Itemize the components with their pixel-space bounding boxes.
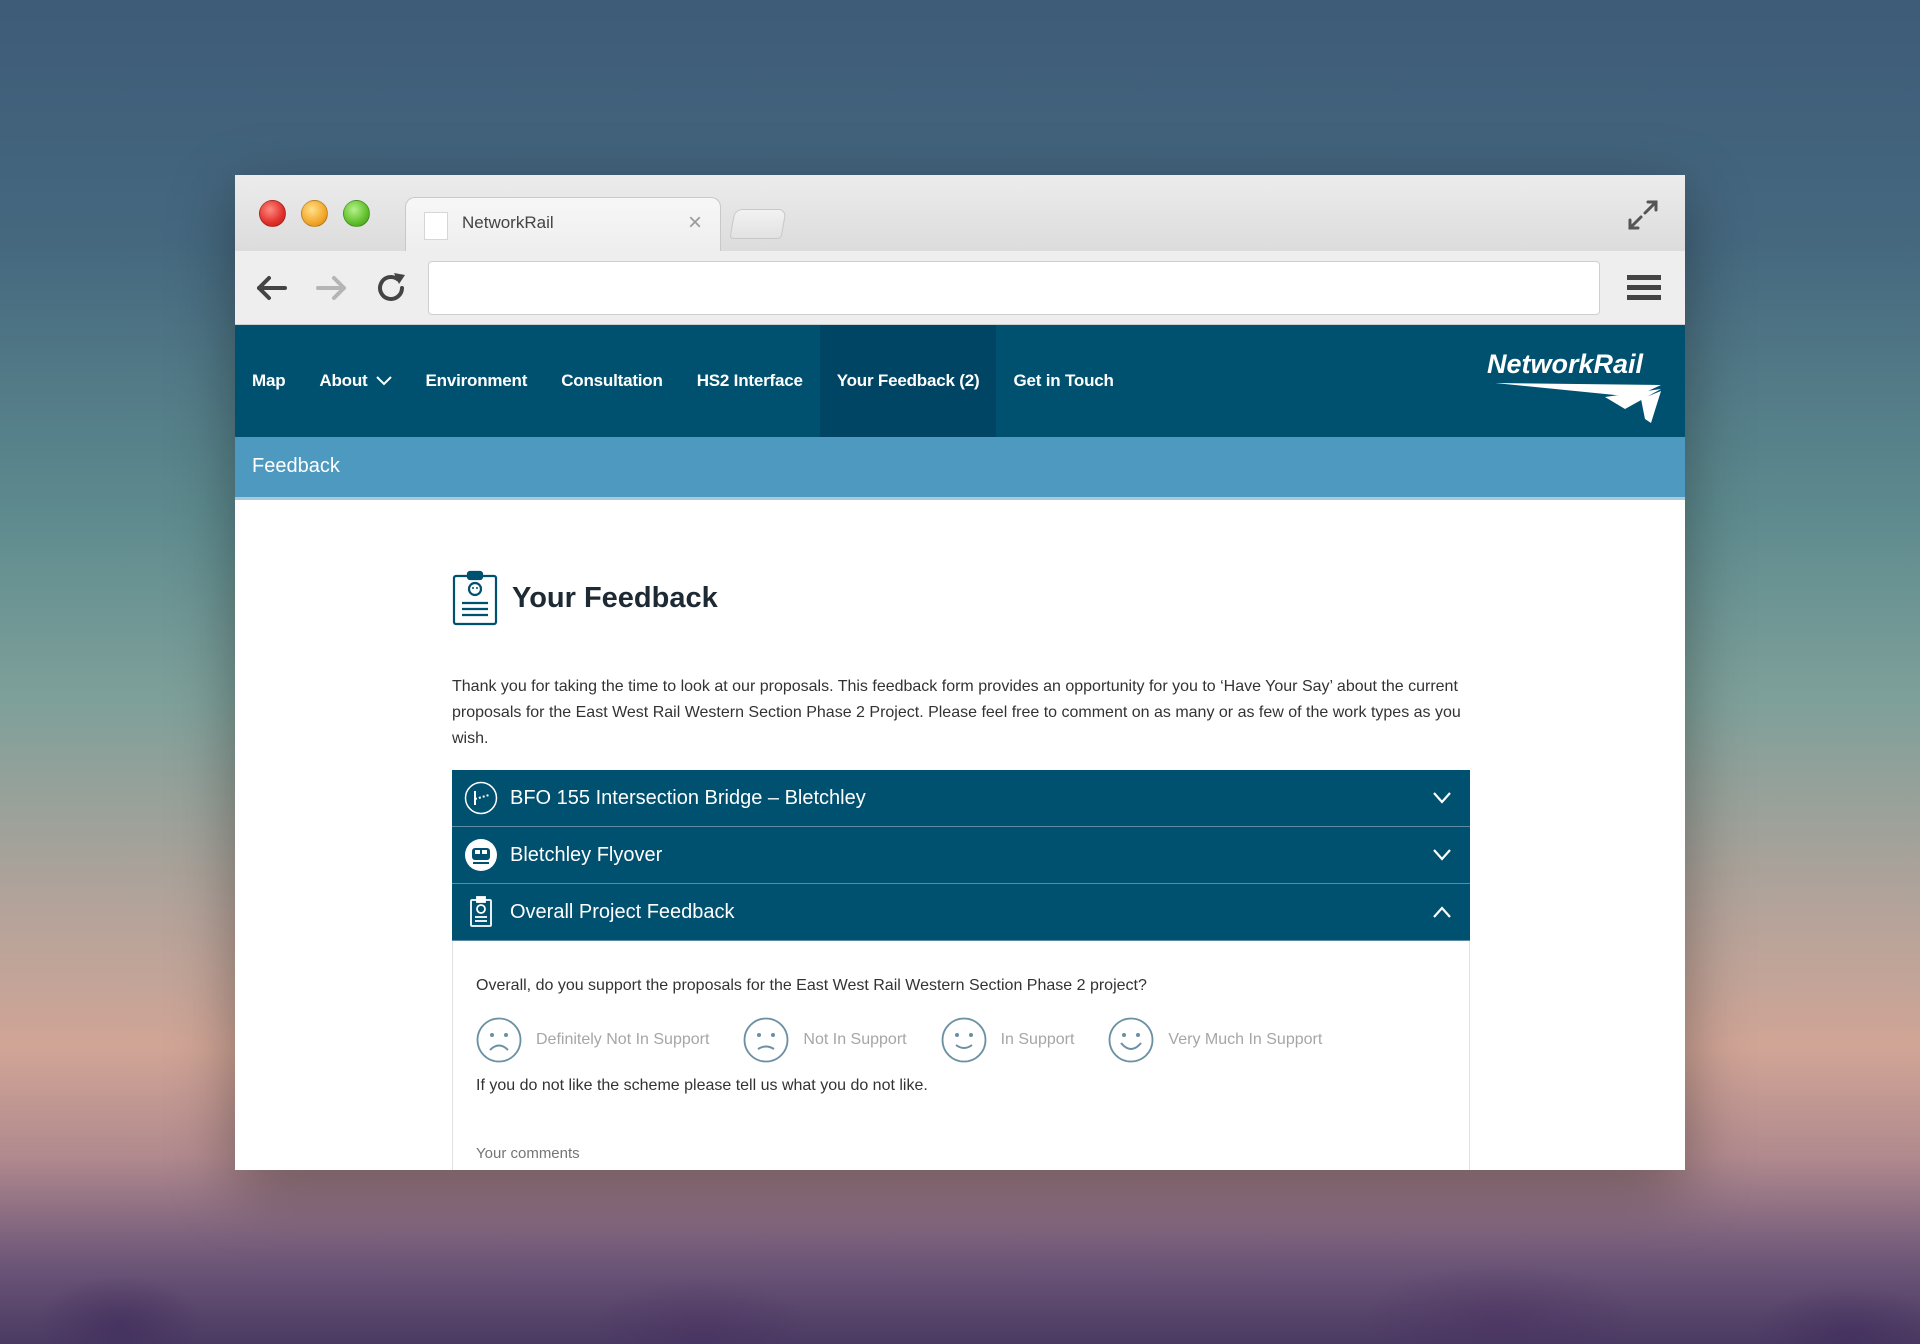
page-icon <box>424 212 448 240</box>
rating-very-much-in-support[interactable]: Very Much In Support <box>1108 1017 1322 1063</box>
accordion-bfo-155[interactable]: BFO 155 Intersection Bridge – Bletchley <box>452 770 1470 827</box>
browser-toolbar <box>235 251 1685 325</box>
rating-label: Definitely Not In Support <box>536 1031 710 1048</box>
accordion-title: BFO 155 Intersection Bridge – Bletchley <box>510 786 866 809</box>
rating-not-in-support[interactable]: Not In Support <box>743 1017 907 1063</box>
accordion-overall-project-feedback[interactable]: Overall Project Feedback <box>452 884 1470 941</box>
address-bar[interactable] <box>428 261 1600 315</box>
comments-field[interactable] <box>476 1145 1446 1162</box>
nav-label: Environment <box>425 371 528 390</box>
nav-item-your-feedback[interactable]: Your Feedback (2) <box>819 325 997 437</box>
close-window-button[interactable] <box>259 200 286 227</box>
logo-text: NetworkRail <box>1487 349 1644 379</box>
site-navigation: Map About Environment Consultation HS2 I… <box>235 325 1685 437</box>
smile-face-icon <box>941 1017 986 1063</box>
support-rating-group: Definitely Not In Support Not In Support <box>476 1017 1446 1063</box>
dislike-prompt: If you do not like the scheme please tel… <box>476 1077 928 1094</box>
nav-label: Map <box>252 371 286 390</box>
tab-title: NetworkRail <box>462 213 554 232</box>
networkrail-logo[interactable]: NetworkRail <box>1485 345 1665 425</box>
clipboard-icon <box>470 896 492 927</box>
forward-arrow-icon[interactable] <box>312 269 350 307</box>
intro-text: Thank you for taking the time to look at… <box>452 678 1461 747</box>
nav-item-hs2-interface[interactable]: HS2 Interface <box>680 325 820 437</box>
back-arrow-icon[interactable] <box>253 269 291 307</box>
nav-label: HS2 Interface <box>696 371 803 390</box>
minimize-window-button[interactable] <box>301 200 328 227</box>
accordion-bletchley-flyover[interactable]: Bletchley Flyover <box>452 827 1470 884</box>
nav-item-environment[interactable]: Environment <box>409 325 545 437</box>
browser-tab[interactable]: NetworkRail × <box>405 197 721 251</box>
very-sad-face-icon <box>476 1017 522 1063</box>
breadcrumb-bar: Feedback <box>235 437 1685 500</box>
maximize-window-button[interactable] <box>343 200 370 227</box>
chevron-down-icon <box>1433 792 1451 804</box>
nav-item-map[interactable]: Map <box>235 325 302 437</box>
sad-face-icon <box>744 1017 789 1063</box>
nav-item-about[interactable]: About <box>302 325 408 437</box>
main-content: Your Feedback Thank you for taking the t… <box>452 570 1470 1170</box>
nav-menu: Map About Environment Consultation HS2 I… <box>235 325 1131 437</box>
rating-label: Very Much In Support <box>1168 1031 1323 1048</box>
nav-item-consultation[interactable]: Consultation <box>544 325 679 437</box>
nav-item-get-in-touch[interactable]: Get in Touch <box>996 325 1130 437</box>
train-icon <box>465 839 497 871</box>
nav-label: Your Feedback (2) <box>836 371 980 390</box>
rating-label: Not In Support <box>803 1031 907 1048</box>
accordion-title: Bletchley Flyover <box>510 843 663 866</box>
page-title: Your Feedback <box>512 581 718 614</box>
overall-feedback-panel: Overall, do you support the proposals fo… <box>452 941 1470 1170</box>
browser-titlebar: NetworkRail × <box>235 175 1685 251</box>
feedback-accordion: BFO 155 Intersection Bridge – Bletchley … <box>452 770 1470 1170</box>
section-title: Feedback <box>252 455 340 477</box>
rating-in-support[interactable]: In Support <box>941 1017 1075 1063</box>
clipboard-feedback-icon <box>452 570 498 626</box>
support-question: Overall, do you support the proposals fo… <box>476 977 1147 994</box>
fullscreen-icon[interactable] <box>1625 197 1661 233</box>
rating-label: In Support <box>1000 1031 1075 1048</box>
bridge-icon <box>464 781 498 815</box>
nav-label: Consultation <box>561 371 663 390</box>
menu-icon[interactable] <box>1625 271 1663 305</box>
browser-window: NetworkRail × Map About Environment Cons… <box>235 175 1685 1170</box>
accordion-title: Overall Project Feedback <box>510 900 735 923</box>
rating-definitely-not-in-support[interactable]: Definitely Not In Support <box>476 1017 709 1063</box>
nav-label: About <box>319 371 368 390</box>
background-blur <box>0 1174 1920 1344</box>
chevron-down-icon <box>1433 849 1451 861</box>
tab-close-icon[interactable]: × <box>688 209 702 237</box>
page-heading: Your Feedback <box>452 570 1470 626</box>
chevron-down-icon <box>375 376 392 386</box>
chevron-up-icon <box>1433 906 1451 918</box>
reload-icon[interactable] <box>372 269 410 307</box>
new-tab-button[interactable] <box>729 209 787 239</box>
nav-label: Get in Touch <box>1013 371 1114 390</box>
big-smile-face-icon <box>1109 1017 1154 1063</box>
window-controls <box>259 200 370 227</box>
